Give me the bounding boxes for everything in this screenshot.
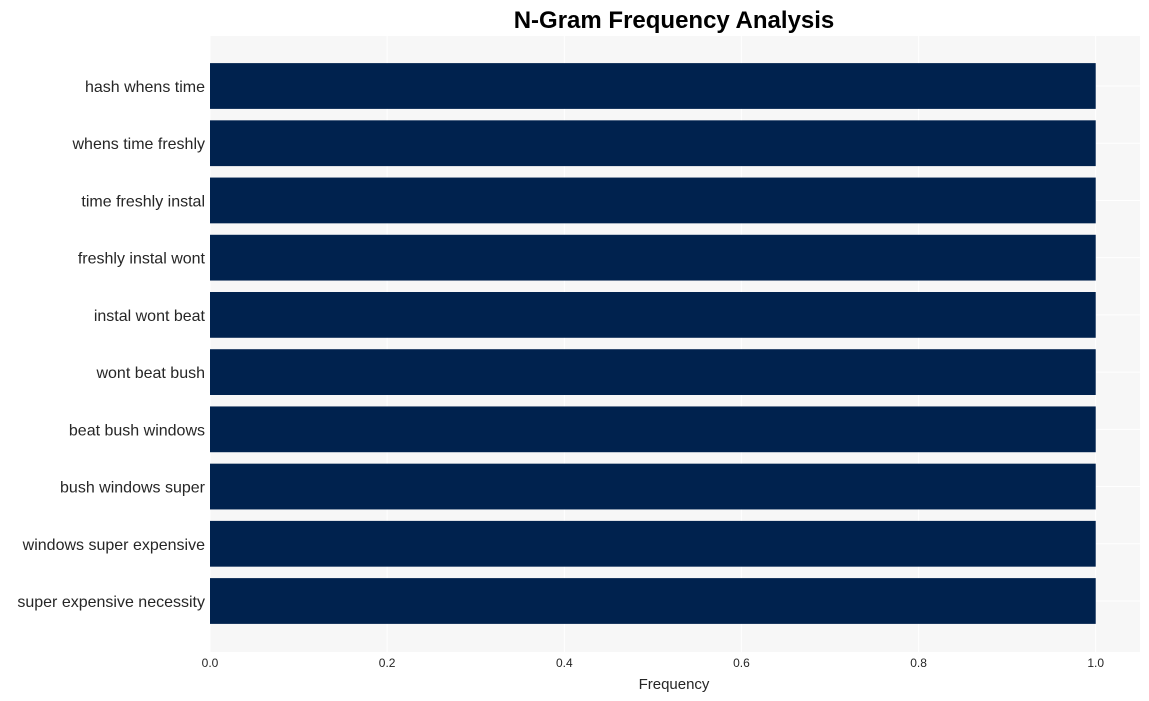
y-tick-label: hash whens time [85,79,205,96]
x-tick-labels: 0.0 0.2 0.4 0.6 0.8 1.0 [202,656,1105,670]
x-tick-label: 0.2 [379,656,396,670]
bar [210,349,1096,395]
bar [210,177,1096,224]
bar [210,463,1096,510]
x-tick-label: 0.8 [910,656,927,670]
ngram-bar-chart: N-Gram Frequency Analysis hash whens tim… [17,7,1140,693]
x-tick-label: 0.0 [202,656,219,670]
bar [210,578,1096,624]
y-tick-labels: hash whens time whens time freshly time fr… [17,79,205,611]
y-tick-label: wont beat bush [95,365,205,382]
bar [210,234,1096,281]
y-tick-label: whens time freshly [72,136,206,153]
bar [210,520,1096,567]
y-tick-label: super expensive necessity [17,594,205,611]
y-tick-label: beat bush windows [69,422,205,439]
bar [210,406,1096,453]
x-tick-label: 1.0 [1087,656,1104,670]
bar [210,292,1096,338]
x-tick-label: 0.6 [733,656,750,670]
y-tick-label: bush windows super [60,480,206,497]
y-tick-label: time freshly instal [81,193,205,210]
x-tick-label: 0.4 [556,656,573,670]
bar [210,63,1096,109]
y-tick-label: freshly instal wont [78,251,206,268]
chart-title: N-Gram Frequency Analysis [514,7,835,34]
y-tick-label: windows super expensive [22,537,205,554]
y-tick-label: instal wont beat [94,308,206,325]
x-axis-label: Frequency [639,676,710,693]
bar [210,120,1096,167]
